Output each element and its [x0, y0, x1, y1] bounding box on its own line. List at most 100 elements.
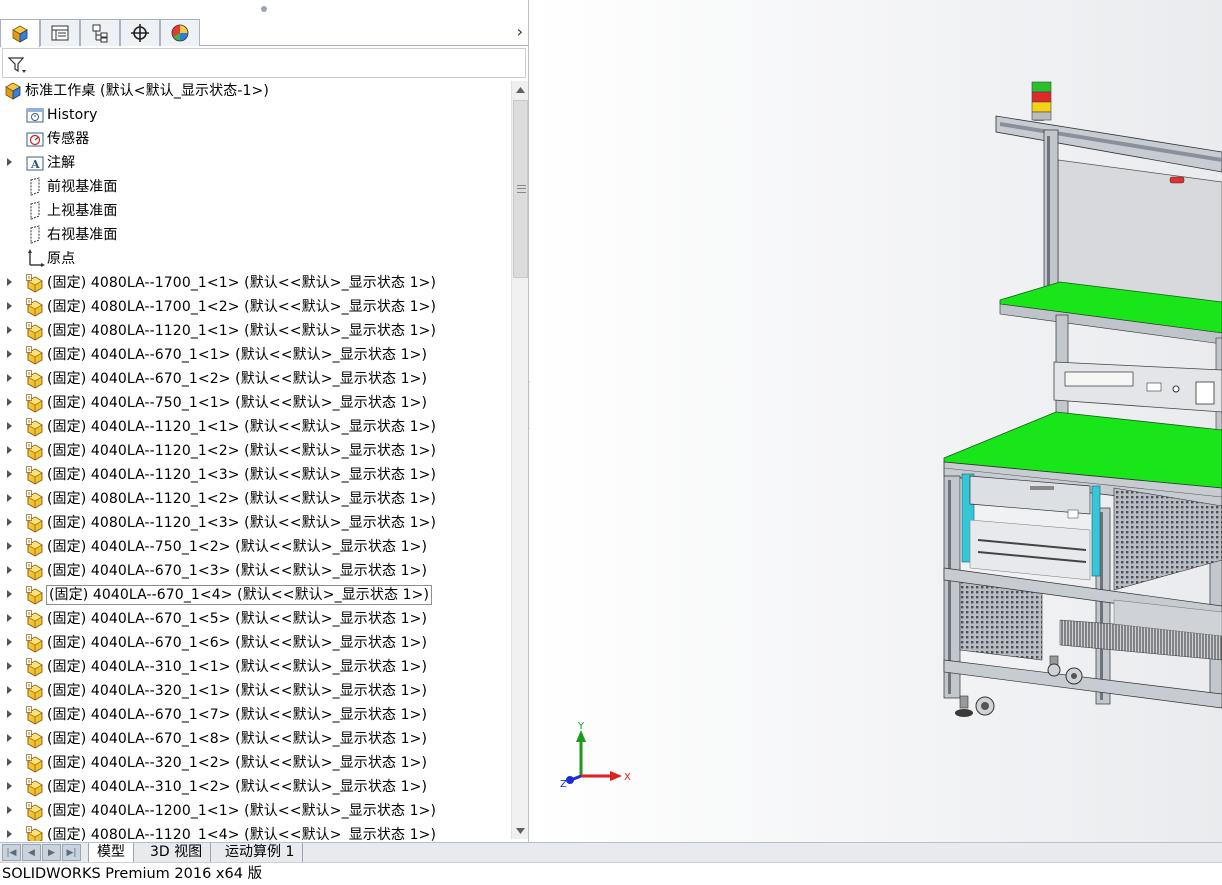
tree-item[interactable]: (固定) 4040LA--1120_1<2> (默认<<默认>_显示状态 1>) — [0, 439, 511, 463]
tree-item[interactable]: (固定) 4040LA--1200_1<1> (默认<<默认>_显示状态 1>) — [0, 799, 511, 823]
last-tab-arrow-icon[interactable]: ▶| — [62, 844, 81, 861]
scroll-down-arrow-icon[interactable] — [512, 822, 528, 839]
expand-arrow-icon[interactable] — [5, 469, 13, 479]
tree-item-label: (固定) 4040LA--310_1<2> (默认<<默认>_显示状态 1>) — [47, 779, 428, 795]
tree-item[interactable]: A 注解 — [0, 151, 511, 175]
tree-item[interactable]: (固定) 4080LA--1120_1<4> (默认<<默认>_显示状态 1>) — [0, 823, 511, 841]
tab-3d-view[interactable]: 3D 视图 — [142, 843, 212, 863]
tree-item[interactable]: (固定) 4040LA--670_1<5> (默认<<默认>_显示状态 1>) — [0, 607, 511, 631]
tree-scrollbar[interactable] — [511, 81, 528, 839]
tree-item[interactable]: (固定) 4040LA--670_1<4> (默认<<默认>_显示状态 1>) — [0, 583, 511, 607]
next-tab-arrow-icon[interactable]: ▶ — [42, 844, 61, 861]
tree-item-label: 上视基准面 — [47, 203, 118, 219]
graphics-area[interactable]: Y X Z — [530, 0, 1222, 842]
tree-root-assembly[interactable]: 标准工作桌 (默认<默认_显示状态-1>) — [0, 79, 511, 103]
plane-icon — [30, 201, 40, 220]
part-icon — [26, 658, 43, 677]
expand-arrow-icon[interactable] — [5, 373, 13, 383]
tree-item[interactable]: 右视基准面 — [0, 223, 511, 247]
property-manager-tab[interactable] — [40, 19, 80, 46]
expand-arrow-icon[interactable] — [5, 301, 13, 311]
history-icon — [26, 108, 44, 123]
tree-item[interactable]: (固定) 4040LA--310_1<2> (默认<<默认>_显示状态 1>) — [0, 775, 511, 799]
tree-item[interactable]: (固定) 4040LA--1120_1<1> (默认<<默认>_显示状态 1>) — [0, 415, 511, 439]
expand-arrow-icon[interactable] — [5, 277, 13, 287]
tree-item[interactable]: (固定) 4080LA--1700_1<1> (默认<<默认>_显示状态 1>) — [0, 271, 511, 295]
tree-item[interactable]: 上视基准面 — [0, 199, 511, 223]
configuration-manager-tab[interactable] — [80, 19, 120, 46]
expand-arrow-icon[interactable] — [5, 445, 13, 455]
feature-manager-tab[interactable] — [0, 19, 40, 47]
tree-item[interactable]: (固定) 4040LA--670_1<3> (默认<<默认>_显示状态 1>) — [0, 559, 511, 583]
chevron-right-icon[interactable]: › — [517, 23, 523, 41]
part-icon — [26, 682, 43, 701]
tree-item[interactable]: (固定) 4040LA--320_1<2> (默认<<默认>_显示状态 1>) — [0, 751, 511, 775]
display-manager-tab[interactable] — [160, 19, 200, 46]
tree-item[interactable]: History — [0, 103, 511, 127]
scroll-up-arrow-icon[interactable] — [512, 81, 528, 98]
tree-item-label: (固定) 4080LA--1120_1<1> (默认<<默认>_显示状态 1>) — [47, 323, 437, 339]
part-icon — [26, 322, 43, 341]
expand-arrow-icon[interactable] — [5, 757, 13, 767]
part-icon — [26, 370, 43, 389]
tree-item[interactable]: (固定) 4040LA--320_1<1> (默认<<默认>_显示状态 1>) — [0, 679, 511, 703]
workbench-3d-model[interactable] — [530, 0, 1222, 842]
tree-item[interactable]: 传感器 — [0, 127, 511, 151]
tree-item-label: (固定) 4040LA--670_1<2> (默认<<默认>_显示状态 1>) — [47, 371, 428, 387]
tree-item[interactable]: (固定) 4040LA--670_1<1> (默认<<默认>_显示状态 1>) — [0, 343, 511, 367]
tree-item-label: (固定) 4040LA--670_1<4> (默认<<默认>_显示状态 1>) — [45, 585, 433, 605]
tree-item[interactable]: (固定) 4080LA--1120_1<1> (默认<<默认>_显示状态 1>) — [0, 319, 511, 343]
expand-arrow-icon[interactable] — [5, 781, 13, 791]
document-tab-bar: |◀ ◀ ▶ ▶| 模型 3D 视图 运动算例 1 — [0, 842, 1222, 863]
tree-item[interactable]: (固定) 4080LA--1700_1<2> (默认<<默认>_显示状态 1>) — [0, 295, 511, 319]
first-tab-arrow-icon[interactable]: |◀ — [2, 844, 21, 861]
tree-item[interactable]: (固定) 4040LA--670_1<8> (默认<<默认>_显示状态 1>) — [0, 727, 511, 751]
tree-item[interactable]: 前视基准面 — [0, 175, 511, 199]
expand-arrow-icon[interactable] — [5, 589, 13, 599]
prev-tab-arrow-icon[interactable]: ◀ — [22, 844, 41, 861]
part-icon — [26, 754, 43, 773]
part-icon — [26, 442, 43, 461]
expand-arrow-icon[interactable] — [5, 733, 13, 743]
scrollbar-thumb[interactable] — [513, 100, 528, 278]
tree-item[interactable]: (固定) 4080LA--1120_1<3> (默认<<默认>_显示状态 1>) — [0, 511, 511, 535]
expand-arrow-icon[interactable] — [5, 397, 13, 407]
expand-arrow-icon[interactable] — [5, 493, 13, 503]
expand-arrow-icon[interactable] — [5, 613, 13, 623]
property-manager-icon — [51, 25, 69, 41]
tree-item[interactable]: (固定) 4080LA--1120_1<2> (默认<<默认>_显示状态 1>) — [0, 487, 511, 511]
tree-item[interactable]: (固定) 4040LA--750_1<2> (默认<<默认>_显示状态 1>) — [0, 535, 511, 559]
filter-icon[interactable] — [7, 55, 27, 75]
expand-arrow-icon[interactable] — [5, 565, 13, 575]
tab-motion-study[interactable]: 运动算例 1 — [217, 843, 304, 863]
expand-arrow-icon[interactable] — [5, 829, 13, 839]
tree-item[interactable]: 原点 — [0, 247, 511, 271]
tree-item-label: (固定) 4040LA--670_1<5> (默认<<默认>_显示状态 1>) — [47, 611, 428, 627]
expand-arrow-icon[interactable] — [5, 325, 13, 335]
feature-manager-panel: › 标准工作桌 (默认<默认_显示状态-1>) History 传感器 A 注解前视基准… — [0, 0, 529, 842]
expand-arrow-icon[interactable] — [5, 517, 13, 527]
panel-resize-grip[interactable] — [0, 0, 529, 18]
tree-filter-field[interactable] — [2, 48, 526, 78]
tree-item[interactable]: (固定) 4040LA--310_1<1> (默认<<默认>_显示状态 1>) — [0, 655, 511, 679]
tree-item[interactable]: (固定) 4040LA--750_1<1> (默认<<默认>_显示状态 1>) — [0, 391, 511, 415]
expand-arrow-icon[interactable] — [5, 541, 13, 551]
expand-arrow-icon[interactable] — [5, 421, 13, 431]
tree-item[interactable]: (固定) 4040LA--670_1<7> (默认<<默认>_显示状态 1>) — [0, 703, 511, 727]
tree-item[interactable]: (固定) 4040LA--670_1<6> (默认<<默认>_显示状态 1>) — [0, 631, 511, 655]
expand-arrow-icon[interactable] — [5, 157, 13, 167]
expand-arrow-icon[interactable] — [5, 685, 13, 695]
expand-arrow-icon[interactable] — [5, 637, 13, 647]
svg-text:A: A — [30, 158, 40, 171]
tree-item-label: 注解 — [47, 155, 76, 171]
tree-item-label: (固定) 4040LA--750_1<2> (默认<<默认>_显示状态 1>) — [47, 539, 428, 555]
expand-arrow-icon[interactable] — [5, 805, 13, 815]
expand-arrow-icon[interactable] — [5, 661, 13, 671]
expand-arrow-icon[interactable] — [5, 349, 13, 359]
tree-item[interactable]: (固定) 4040LA--1120_1<3> (默认<<默认>_显示状态 1>) — [0, 463, 511, 487]
expand-arrow-icon[interactable] — [5, 709, 13, 719]
tree-item-label: 右视基准面 — [47, 227, 118, 243]
tree-item[interactable]: (固定) 4040LA--670_1<2> (默认<<默认>_显示状态 1>) — [0, 367, 511, 391]
dimxpert-manager-tab[interactable] — [120, 19, 160, 46]
tab-model[interactable]: 模型 — [88, 843, 134, 863]
